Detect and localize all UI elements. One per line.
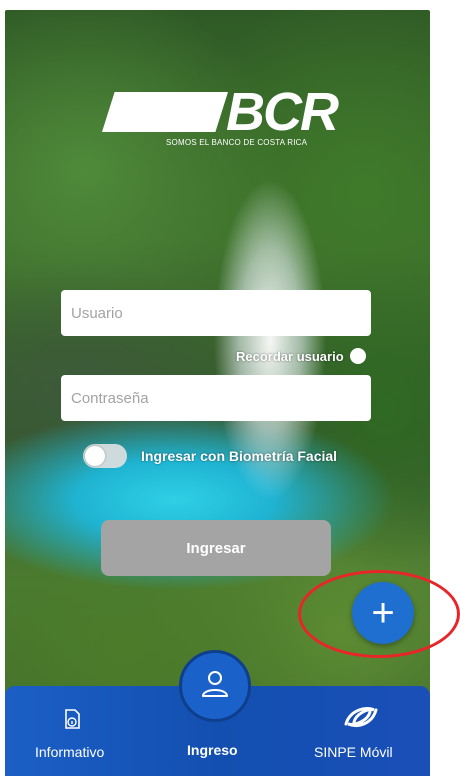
nav-label-informativo: Informativo [35,744,105,760]
plus-icon: + [371,591,395,635]
biometric-label: Ingresar con Biometría Facial [141,448,338,464]
biometric-login-toggle[interactable]: Ingresar con Biometría Facial [83,444,337,468]
sinpe-movil-icon [340,704,382,735]
login-button[interactable]: Ingresar [101,520,331,576]
logo-bar [102,92,228,132]
user-icon [198,667,232,706]
logo-tagline: SOMOS EL BANCO DE COSTA RICA [166,138,308,147]
biometric-switch-knob [85,446,105,466]
nav-label-ingreso: Ingreso [187,742,238,758]
password-input[interactable] [61,375,371,421]
biometric-switch[interactable] [83,444,127,468]
info-document-icon [63,708,81,735]
nav-item-sinpe-movil[interactable]: SINPE Móvil [300,686,425,776]
logo-brand: BCR [226,82,339,142]
bcr-logo: BCR SOMOS EL BANCO DE COSTA RICA [102,84,342,154]
remember-user-label: Recordar usuario [236,348,344,364]
remember-user-toggle[interactable]: Recordar usuario [236,348,366,364]
nav-item-informativo[interactable]: Informativo [15,686,130,776]
nav-label-sinpe-movil: SINPE Móvil [314,744,393,760]
ingreso-center-button[interactable] [179,650,251,722]
username-input[interactable] [61,290,371,336]
remember-user-switch[interactable] [349,348,366,364]
add-button[interactable]: + [352,582,414,644]
